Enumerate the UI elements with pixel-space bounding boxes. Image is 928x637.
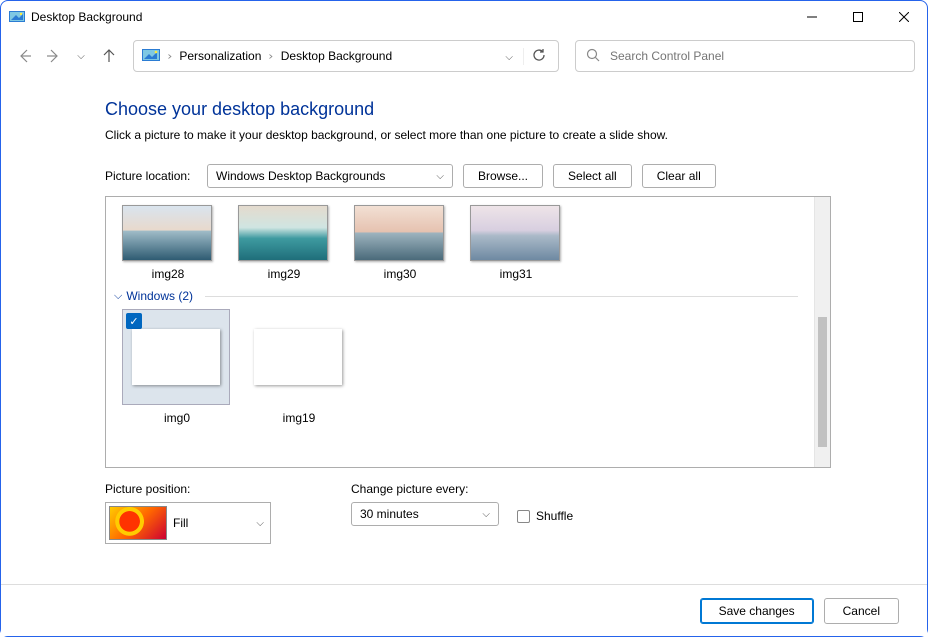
picture-position-value: Fill: [173, 516, 188, 530]
picture-position-select[interactable]: Fill ⌵: [105, 502, 271, 544]
forward-button[interactable]: [41, 44, 65, 68]
scrollbar[interactable]: [814, 197, 830, 467]
picture-location-value: Windows Desktop Backgrounds: [216, 169, 385, 183]
breadcrumb-dropdown[interactable]: ⌵: [499, 49, 519, 63]
picture-location-label: Picture location:: [105, 169, 197, 183]
breadcrumb-personalization[interactable]: Personalization: [175, 47, 265, 65]
thumbnail-image: [132, 329, 220, 385]
wallpaper-thumb[interactable]: img19: [244, 309, 354, 425]
chevron-down-icon: ⌵: [114, 290, 122, 303]
wallpaper-thumb[interactable]: img29: [238, 205, 330, 281]
divider: [205, 296, 798, 297]
chevron-down-icon: ⌵: [436, 171, 444, 182]
thumbnail-image: [122, 205, 212, 261]
page-subtitle: Click a picture to make it your desktop …: [105, 128, 831, 142]
chevron-right-icon: ›: [167, 51, 172, 62]
recent-dropdown[interactable]: ⌵: [69, 44, 93, 68]
checkmark-icon: ✓: [126, 313, 142, 329]
navbar: ⌵ › Personalization › Desktop Background…: [1, 33, 927, 79]
footer: Save changes Cancel: [1, 584, 927, 636]
app-icon: [9, 9, 25, 25]
breadcrumb[interactable]: › Personalization › Desktop Background ⌵: [133, 40, 559, 72]
thumbnail-image: [470, 205, 560, 261]
thumbnail-label: img28: [122, 267, 214, 281]
group-label: Windows (2): [126, 289, 193, 303]
shuffle-checkbox[interactable]: [517, 510, 530, 523]
save-button[interactable]: Save changes: [700, 598, 814, 624]
clear-all-button[interactable]: Clear all: [642, 164, 716, 188]
breadcrumb-icon: [142, 48, 160, 64]
back-button[interactable]: [13, 44, 37, 68]
chevron-down-icon: ⌵: [256, 518, 264, 529]
minimize-button[interactable]: [789, 1, 835, 33]
refresh-button[interactable]: [523, 48, 554, 65]
scrollbar-thumb[interactable]: [818, 317, 827, 447]
group-header-windows[interactable]: ⌵ Windows (2): [114, 289, 810, 303]
page-title: Choose your desktop background: [105, 99, 831, 120]
thumbnail-image: [354, 205, 444, 261]
chevron-down-icon: ⌵: [482, 509, 490, 520]
change-interval-label: Change picture every:: [351, 482, 573, 496]
picture-position-label: Picture position:: [105, 482, 271, 496]
cancel-button[interactable]: Cancel: [824, 598, 899, 624]
breadcrumb-desktop-background[interactable]: Desktop Background: [277, 47, 396, 65]
position-preview-icon: [109, 506, 167, 540]
thumbnail-label: img31: [470, 267, 562, 281]
thumbnail-image: [238, 205, 328, 261]
picture-location-select[interactable]: Windows Desktop Backgrounds ⌵: [207, 164, 453, 188]
thumbnail-label: img0: [122, 411, 232, 425]
search-icon: [586, 48, 600, 65]
maximize-button[interactable]: [835, 1, 881, 33]
shuffle-label: Shuffle: [536, 509, 573, 523]
wallpaper-thumb-selected[interactable]: ✓ img0: [122, 309, 232, 425]
browse-button[interactable]: Browse...: [463, 164, 543, 188]
window-controls: [789, 1, 927, 33]
wallpaper-thumb[interactable]: img28: [122, 205, 214, 281]
thumbnail-image: [254, 329, 342, 385]
thumbnail-label: img19: [244, 411, 354, 425]
titlebar: Desktop Background: [1, 1, 927, 33]
thumbnail-label: img29: [238, 267, 330, 281]
chevron-right-icon: ›: [269, 51, 274, 62]
wallpaper-thumb[interactable]: img31: [470, 205, 562, 281]
up-button[interactable]: [97, 44, 121, 68]
content: Choose your desktop background Click a p…: [1, 79, 927, 554]
close-button[interactable]: [881, 1, 927, 33]
select-all-button[interactable]: Select all: [553, 164, 632, 188]
thumbnail-label: img30: [354, 267, 446, 281]
search-box[interactable]: [575, 40, 915, 72]
picture-location-row: Picture location: Windows Desktop Backgr…: [105, 164, 831, 188]
search-input[interactable]: [610, 49, 904, 63]
wallpaper-thumb[interactable]: img30: [354, 205, 446, 281]
picture-grid: img28 img29 img30 img31 ⌵ Windows (2): [105, 196, 831, 468]
bottom-controls: Picture position: Fill ⌵ Change picture …: [105, 482, 831, 544]
window-title: Desktop Background: [31, 10, 789, 24]
change-interval-select[interactable]: 30 minutes ⌵: [351, 502, 499, 526]
change-interval-value: 30 minutes: [360, 507, 419, 521]
